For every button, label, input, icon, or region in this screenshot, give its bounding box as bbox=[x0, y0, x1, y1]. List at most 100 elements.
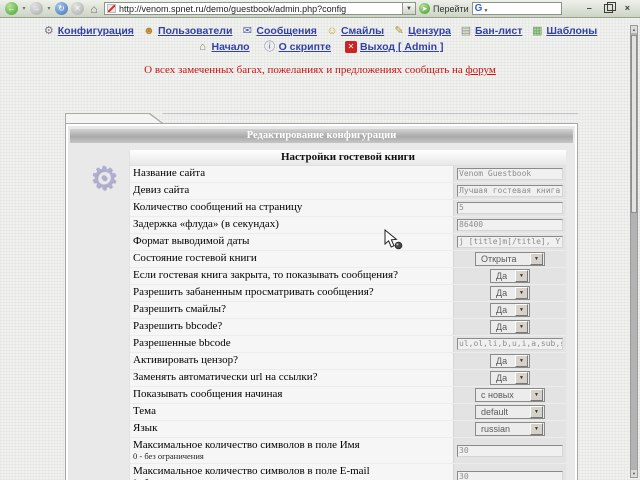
select-dropdown[interactable]: с новых ▼ bbox=[475, 388, 545, 402]
menu-item-banlist[interactable]: ▤ Бан-лист bbox=[460, 25, 523, 37]
home-icon: ⌂ bbox=[199, 40, 206, 53]
menu-item-templates[interactable]: ▦ Шаблоны bbox=[531, 25, 597, 37]
form-row-control-cell: default ▼ bbox=[453, 404, 566, 420]
select-arrow-icon[interactable]: ▼ bbox=[515, 304, 528, 316]
panel-body: Редактирование конфигурации ⚙ Настройки … bbox=[65, 123, 578, 480]
select-dropdown[interactable]: default ▼ bbox=[475, 405, 545, 419]
form-row-label: Если гостевая книга закрыта, то показыва… bbox=[130, 268, 453, 284]
select-value: default bbox=[481, 407, 509, 417]
forward-button[interactable]: → bbox=[30, 2, 43, 15]
menu-item-messages[interactable]: ✉ Сообщения bbox=[241, 25, 317, 37]
text-input[interactable]: Лучшая гостевая книга для В bbox=[457, 185, 563, 197]
text-input[interactable]: 30 bbox=[457, 444, 563, 457]
select-value: с новых bbox=[481, 390, 514, 400]
go-button[interactable]: ➤ Перейти bbox=[419, 3, 469, 14]
form-row-label-text: Тема bbox=[133, 405, 156, 418]
form-row: Тема default ▼ bbox=[130, 404, 566, 421]
select-arrow-icon[interactable]: ▼ bbox=[530, 389, 543, 401]
menu-item-smiles[interactable]: ☺ Смайлы bbox=[326, 25, 384, 37]
menu-item-censor[interactable]: ✎ Цензура bbox=[393, 25, 451, 37]
form-row-label: Формат выводимой даты bbox=[130, 234, 453, 250]
form-row-control-cell: 86400 bbox=[453, 217, 566, 233]
menu-item-logout[interactable]: ✕ Выход [ Admin ] bbox=[344, 41, 444, 53]
select-arrow-icon[interactable]: ▼ bbox=[515, 270, 528, 282]
menu-item-start[interactable]: ⌂ Начало bbox=[197, 40, 249, 53]
select-arrow-icon[interactable]: ▼ bbox=[530, 253, 543, 265]
form-row-label-text: Состояние гостевой книги bbox=[133, 252, 257, 265]
menu-item-label: Выход [ Admin ] bbox=[359, 41, 444, 53]
search-box[interactable]: G ▼ bbox=[471, 2, 562, 15]
bug-notice-text: О всех замеченных багах, пожеланиях и пр… bbox=[144, 64, 463, 76]
scroll-up-icon[interactable]: ▲ bbox=[631, 26, 637, 33]
restore-button[interactable] bbox=[603, 2, 616, 13]
users-icon: ☻ bbox=[143, 24, 155, 37]
text-input[interactable]: ul,ol,li,b,u,i,a,sub,sup,color,u bbox=[457, 338, 563, 350]
config-form: Настройки гостевой книги Название сайта V… bbox=[129, 150, 566, 480]
select-arrow-icon[interactable]: ▼ bbox=[530, 406, 543, 418]
form-row-control-cell: 30 bbox=[453, 464, 566, 480]
search-input[interactable] bbox=[489, 2, 559, 15]
google-logo-icon: G bbox=[474, 2, 483, 14]
select-dropdown[interactable]: Да ▼ bbox=[490, 371, 530, 385]
text-input[interactable]: Venom Guestbook bbox=[457, 168, 563, 180]
pencil-icon: ✎ bbox=[394, 24, 404, 37]
address-bar[interactable]: http://venom.spnet.ru/demo/guestbook/adm… bbox=[104, 2, 416, 15]
form-row-label-text: Язык bbox=[133, 422, 158, 435]
select-value: Да bbox=[496, 322, 508, 332]
admin-menu-secondary: ⌂ Начало ⓘ О скрипте ✕ Выход [ Admin ] bbox=[0, 41, 640, 53]
stop-button[interactable]: ✕ bbox=[71, 2, 84, 15]
menu-item-label: О скрипте bbox=[278, 41, 331, 53]
form-row: Показывать сообщения начиная с новых ▼ bbox=[130, 387, 566, 404]
forum-link[interactable]: форум bbox=[466, 64, 496, 76]
scroll-down-icon[interactable]: ▼ bbox=[631, 470, 637, 477]
search-engine-caret-icon[interactable]: ▼ bbox=[483, 8, 488, 14]
url-text[interactable]: http://venom.spnet.ru/demo/guestbook/adm… bbox=[119, 4, 399, 14]
select-dropdown[interactable]: Да ▼ bbox=[490, 303, 530, 317]
form-row-control-cell: ul,ol,li,b,u,i,a,sub,sup,color,u bbox=[453, 336, 566, 352]
forward-history-caret[interactable]: ▾ bbox=[46, 2, 52, 15]
panel-icon-column: ⚙ bbox=[79, 150, 129, 480]
select-arrow-icon[interactable]: ▼ bbox=[515, 287, 528, 299]
select-dropdown[interactable]: Да ▼ bbox=[490, 286, 530, 300]
select-dropdown[interactable]: Да ▼ bbox=[490, 354, 530, 368]
text-input[interactable]: j [title]m[/title], Y [title]d[/t bbox=[457, 236, 563, 248]
select-dropdown[interactable]: Открыта ▼ bbox=[475, 252, 545, 266]
select-arrow-icon[interactable]: ▼ bbox=[515, 372, 528, 384]
menu-item-config[interactable]: ⚙ Конфигурация bbox=[43, 25, 134, 37]
home-button[interactable]: ⌂ bbox=[87, 2, 101, 15]
minimize-button[interactable]: – bbox=[587, 4, 592, 13]
scrollbar-thumb[interactable] bbox=[631, 35, 637, 213]
form-row-control-cell: Да ▼ bbox=[453, 319, 566, 335]
select-dropdown[interactable]: Да ▼ bbox=[490, 269, 530, 283]
back-button[interactable]: ← bbox=[5, 2, 18, 15]
form-row-control-cell: Открыта ▼ bbox=[453, 251, 566, 267]
refresh-button[interactable]: ↻ bbox=[55, 2, 68, 15]
text-input[interactable]: 30 bbox=[457, 470, 563, 480]
form-row-label-text: Разрешить смайлы? bbox=[133, 303, 226, 316]
form-row: Заменять автоматически url на ссылки? Да ▼ bbox=[130, 370, 566, 387]
menu-item-users[interactable]: ☻ Пользователи bbox=[143, 25, 232, 37]
text-input[interactable]: 86400 bbox=[457, 219, 563, 231]
select-arrow-icon[interactable]: ▼ bbox=[515, 355, 528, 367]
form-row-note: 0 - без ограничения bbox=[133, 450, 204, 461]
select-dropdown[interactable]: russian ▼ bbox=[475, 422, 545, 436]
select-arrow-icon[interactable]: ▼ bbox=[515, 321, 528, 333]
select-arrow-icon[interactable]: ▼ bbox=[530, 423, 543, 435]
back-history-caret[interactable]: ▾ bbox=[21, 2, 27, 15]
form-row-label: Разрешить bbcode? bbox=[130, 319, 453, 335]
form-row-label: Показывать сообщения начиная bbox=[130, 387, 453, 403]
url-history-dropdown[interactable]: ▼ bbox=[402, 3, 415, 14]
envelope-icon: ✉ bbox=[242, 24, 253, 37]
select-dropdown[interactable]: Да ▼ bbox=[490, 320, 530, 334]
form-row: Формат выводимой даты j [title]m[/title],… bbox=[130, 234, 566, 251]
form-rows: Название сайта Venom Guestbook Девиз сайта… bbox=[130, 166, 566, 480]
text-input[interactable]: 5 bbox=[457, 202, 563, 214]
select-value: Да bbox=[496, 288, 508, 298]
close-button[interactable]: × bbox=[625, 4, 630, 13]
form-row-label: Разрешить смайлы? bbox=[130, 302, 453, 318]
form-row: Язык russian ▼ bbox=[130, 421, 566, 438]
window-controls: – × bbox=[587, 2, 635, 13]
go-label: Перейти bbox=[433, 3, 469, 14]
vertical-scrollbar[interactable]: ▲ ▼ bbox=[630, 25, 638, 478]
menu-item-about[interactable]: ⓘ О скрипте bbox=[264, 41, 331, 53]
